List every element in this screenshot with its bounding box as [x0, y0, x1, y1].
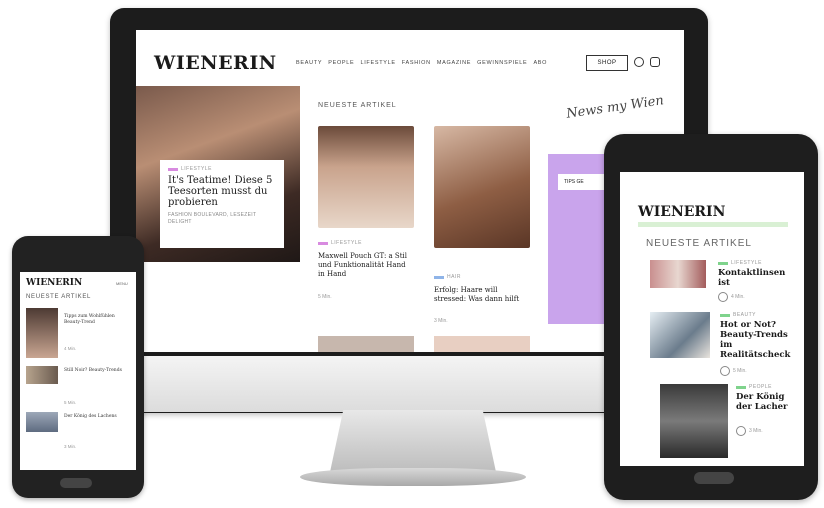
phone-article-meta: 4 Min.	[64, 346, 77, 351]
article-tag: HAIR	[434, 274, 461, 280]
phone-article-title[interactable]: Still Noir? Beauty-Trends	[64, 368, 124, 374]
article-title[interactable]: Maxwell Pouch GT: a Stil und Funktionali…	[318, 252, 414, 279]
hero-card[interactable]: LIFESTYLE It's Teatime! Diese 5 Teesorte…	[160, 160, 284, 248]
tablet-article-tag: PEOPLE	[736, 384, 772, 390]
phone-screen: WIENERIN MENU NEUESTE ARTIKEL Tipps zum …	[20, 272, 136, 470]
tablet-tag-label: LIFESTYLE	[731, 260, 762, 266]
tablet-tag-label: PEOPLE	[749, 384, 773, 390]
tablet-meta-label: 3 Min.	[749, 428, 763, 434]
tag-marker	[318, 241, 328, 245]
desktop-screen: WIENERIN BEAUTY PEOPLE LIFESTYLE FASHION…	[136, 30, 684, 352]
article-title[interactable]: Erfolg: Haare will stressed: Was dann hi…	[434, 286, 530, 304]
article-tag-label: HAIR	[447, 274, 461, 280]
article-tag-label: LIFESTYLE	[331, 240, 362, 246]
nav-item-magazine[interactable]: MAGAZINE	[437, 60, 471, 66]
tablet-meta-label: 5 Min.	[733, 368, 747, 374]
nav-item-gewinnspiele[interactable]: GEWINNSPIELE	[477, 60, 527, 66]
phone-logo[interactable]: WIENERIN	[26, 278, 82, 288]
tablet-article-title[interactable]: Der König der Lacher	[736, 392, 800, 412]
tablet-article-image[interactable]	[650, 260, 706, 288]
script-heading: News my Wien	[565, 93, 665, 122]
section-title: NEUESTE ARTIKEL	[318, 102, 397, 109]
tag-marker	[718, 261, 728, 265]
nav-item-abo[interactable]: ABO	[533, 60, 547, 66]
clock-icon	[718, 292, 728, 302]
tag-marker	[434, 275, 444, 279]
tablet-screen: WIENERIN NEUESTE ARTIKEL LIFESTYLE Konta…	[620, 172, 804, 466]
phone-article-image[interactable]	[26, 366, 58, 384]
article-meta: 3 Min.	[434, 318, 448, 324]
phone-section-title: NEUESTE ARTIKEL	[26, 294, 92, 300]
tablet-article-image[interactable]	[650, 312, 710, 358]
phone-home-button[interactable]	[60, 478, 92, 488]
phone-article-image[interactable]	[26, 308, 58, 358]
shop-button[interactable]: SHOP	[586, 55, 628, 71]
site-logo[interactable]: WIENERIN	[154, 52, 277, 74]
tablet-logo[interactable]: WIENERIN	[638, 204, 725, 220]
nav-item-fashion[interactable]: FASHION	[402, 60, 431, 66]
phone-menu-button[interactable]: MENU	[116, 281, 128, 286]
article-tag: LIFESTYLE	[318, 240, 362, 246]
hero-tag: LIFESTYLE	[168, 166, 276, 172]
clock-icon	[736, 426, 746, 436]
instagram-icon[interactable]	[650, 57, 660, 67]
phone-article-title[interactable]: Der König des Lachens	[64, 414, 124, 420]
nav-item-people[interactable]: PEOPLE	[328, 60, 354, 66]
phone-article-meta: 3 Min.	[64, 444, 77, 449]
tablet-article-meta: 5 Min.	[720, 366, 747, 376]
nav-item-lifestyle[interactable]: LIFESTYLE	[360, 60, 395, 66]
clock-icon	[720, 366, 730, 376]
article-image-next[interactable]	[434, 336, 530, 352]
tablet-tag-label: BEAUTY	[733, 312, 757, 318]
monitor-chin	[136, 356, 684, 412]
tablet-home-button[interactable]	[694, 472, 734, 484]
tablet-article-tag: BEAUTY	[720, 312, 756, 318]
phone-article-title[interactable]: Tipps zum Wohlfühlen Beauty-Trend	[64, 314, 124, 326]
monitor-stand-neck	[330, 410, 496, 472]
article-meta: 5 Min.	[318, 294, 332, 300]
phone-article-meta: 5 Min.	[64, 400, 77, 405]
nav-item-beauty[interactable]: BEAUTY	[296, 60, 322, 66]
facebook-icon[interactable]	[634, 57, 644, 67]
main-nav: BEAUTY PEOPLE LIFESTYLE FASHION MAGAZINE…	[296, 60, 547, 66]
article-image-next[interactable]	[318, 336, 414, 352]
tag-marker	[168, 167, 178, 171]
tag-marker	[736, 385, 746, 389]
phone-article-image[interactable]	[26, 412, 58, 432]
tablet-meta-label: 4 Min.	[731, 294, 745, 300]
tablet-progress-bar	[638, 222, 788, 227]
tablet-article-image[interactable]	[660, 384, 728, 458]
tablet-section-title: NEUESTE ARTIKEL	[646, 238, 752, 249]
hero-title[interactable]: It's Teatime! Diese 5 Teesorten musst du…	[168, 175, 276, 208]
hero-tag-label: LIFESTYLE	[181, 166, 212, 172]
article-image-woman[interactable]	[318, 126, 414, 228]
tablet-article-tag: LIFESTYLE	[718, 260, 762, 266]
tag-marker	[720, 313, 730, 317]
monitor-stand-base	[300, 468, 526, 486]
tablet-article-meta: 3 Min.	[736, 426, 763, 436]
tablet-article-title[interactable]: Hot or Not? Beauty-Trends im Realitätsch…	[720, 320, 800, 360]
hero-subtitle: FASHION BOULEVARD, LESEZEIT DELIGHT	[168, 212, 257, 225]
tablet-article-title[interactable]: Kontaktlinsen ist	[718, 268, 798, 288]
article-image-hair[interactable]	[434, 126, 530, 248]
tablet-article-meta: 4 Min.	[718, 292, 745, 302]
